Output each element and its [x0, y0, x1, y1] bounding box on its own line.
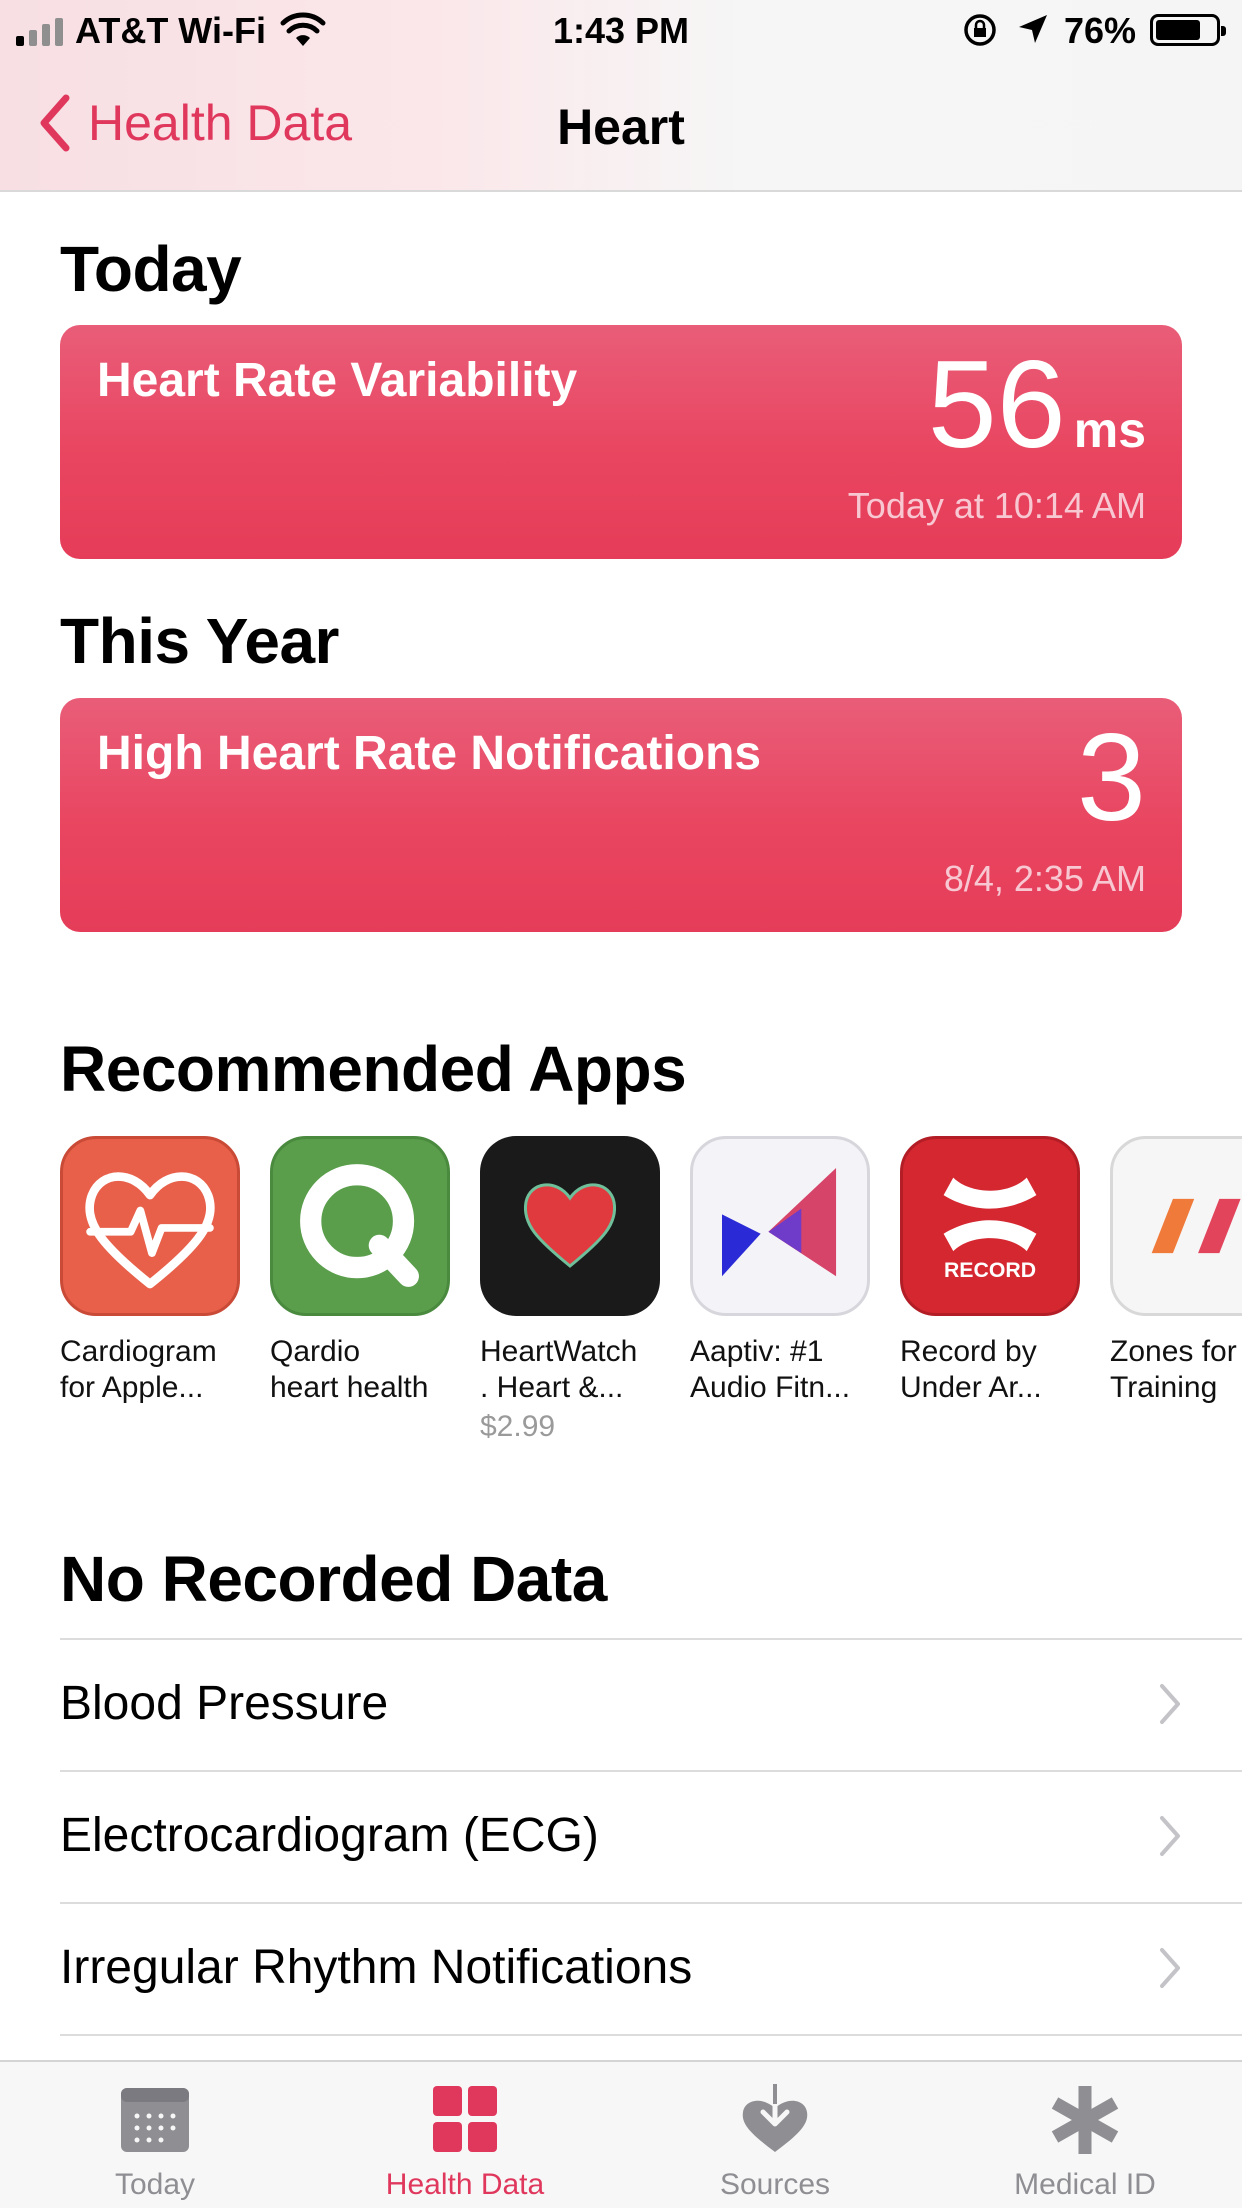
no-data-list: Blood Pressure Electrocardiogram (ECG) I… — [60, 1638, 1242, 2036]
app-name: Qardio heart health — [270, 1335, 429, 1404]
tab-health-data[interactable]: Health Data — [310, 2062, 620, 2208]
battery-percent: 76% — [1064, 10, 1137, 51]
location-arrow-icon — [1019, 15, 1047, 43]
list-item-ecg[interactable]: Electrocardiogram (ECG) — [60, 1770, 1242, 1902]
rotation-lock-icon — [964, 14, 996, 46]
app-price: $2.99 — [480, 1410, 556, 1443]
high-hr-date: 8/4, 2:35 AM — [943, 858, 1146, 899]
under-armour-icon: RECORD — [900, 1136, 1080, 1316]
section-title-today: Today — [60, 233, 242, 305]
list-item-label: Blood Pressure — [60, 1677, 389, 1730]
app-record-under-armour[interactable]: RECORD Record by Under Ar... — [900, 1136, 1100, 1406]
hrv-unit: ms — [1073, 402, 1146, 458]
tab-label: Health Data — [385, 2168, 545, 2201]
list-item-label: Electrocardiogram (ECG) — [60, 1809, 599, 1862]
tab-today[interactable]: Today — [0, 2062, 310, 2208]
app-name: Aaptiv: #1 Audio Fitn... — [690, 1335, 851, 1404]
hrv-card[interactable]: Heart Rate Variability 56 ms Today at 10… — [60, 325, 1182, 559]
tab-label: Today — [114, 2168, 196, 2201]
page-title: Heart — [557, 99, 685, 155]
section-title-no-data: No Recorded Data — [60, 1543, 607, 1615]
list-item-label: Irregular Rhythm Notifications — [60, 1941, 693, 1994]
cardiogram-heart-icon — [60, 1136, 240, 1316]
header: AT&T Wi-Fi 1:43 PM 76% Health Data Heart — [0, 0, 1242, 192]
hrv-date: Today at 10:14 AM — [847, 485, 1146, 526]
high-hr-label: High Heart Rate Notifications — [97, 727, 762, 780]
heartwatch-heart-icon — [480, 1136, 660, 1316]
status-bar: AT&T Wi-Fi 1:43 PM 76% — [0, 0, 1242, 60]
tab-label: Sources — [719, 2168, 831, 2201]
tab-bar: Today Health Data Sources Medical ID — [0, 2060, 1242, 2208]
hrv-value-group: 56 ms — [928, 343, 1146, 467]
list-item-irregular-rhythm[interactable]: Irregular Rhythm Notifications — [60, 1902, 1242, 2034]
high-hr-value: 3 — [1077, 709, 1146, 847]
calendar-icon — [121, 2088, 189, 2152]
zones-stripes-icon — [1110, 1136, 1242, 1316]
aaptiv-icon — [690, 1136, 870, 1316]
list-item-blood-pressure[interactable]: Blood Pressure — [60, 1638, 1242, 1770]
chevron-right-icon — [1160, 1948, 1180, 1988]
app-name: Record by Under Ar... — [900, 1335, 1042, 1404]
recommended-apps-row: Cardiogram for Apple... Qardio heart hea… — [60, 1136, 1242, 1456]
high-hr-value-group: 3 — [1077, 716, 1146, 840]
list-divider — [60, 2034, 1242, 2036]
app-name: Zones for Training — [1110, 1335, 1237, 1404]
tab-sources[interactable]: Sources — [620, 2062, 930, 2208]
app-zones[interactable]: Zones for Training — [1110, 1136, 1242, 1406]
hrv-value: 56 — [927, 336, 1066, 474]
app-name: Cardiogram for Apple... — [60, 1335, 217, 1404]
section-title-year: This Year — [60, 605, 339, 677]
qardio-q-icon — [270, 1136, 450, 1316]
hrv-label: Heart Rate Variability — [97, 354, 578, 407]
chevron-right-icon — [1160, 1684, 1180, 1724]
chevron-right-icon — [1160, 1816, 1180, 1856]
asterisk-icon — [1051, 2086, 1119, 2154]
app-qardio[interactable]: Qardio heart health — [270, 1136, 470, 1406]
high-heart-rate-card[interactable]: High Heart Rate Notifications 3 8/4, 2:3… — [60, 698, 1182, 932]
tab-label: Medical ID — [1014, 2168, 1156, 2201]
app-icon-text: RECORD — [944, 1258, 1036, 1282]
app-heartwatch[interactable]: HeartWatch . Heart &... $2.99 — [480, 1136, 680, 1444]
tab-medical-id[interactable]: Medical ID — [930, 2062, 1240, 2208]
battery-icon — [1150, 14, 1226, 46]
app-cardiogram[interactable]: Cardiogram for Apple... — [60, 1136, 260, 1406]
app-aaptiv[interactable]: Aaptiv: #1 Audio Fitn... — [690, 1136, 890, 1406]
app-name: HeartWatch . Heart &... — [480, 1335, 638, 1404]
section-title-apps: Recommended Apps — [60, 1033, 687, 1105]
status-time: 1:43 PM — [552, 10, 690, 51]
grid-icon — [433, 2086, 497, 2152]
heart-screen: AT&T Wi-Fi 1:43 PM 76% Health Data Heart… — [0, 0, 1242, 2208]
heart-download-icon — [742, 2084, 808, 2152]
